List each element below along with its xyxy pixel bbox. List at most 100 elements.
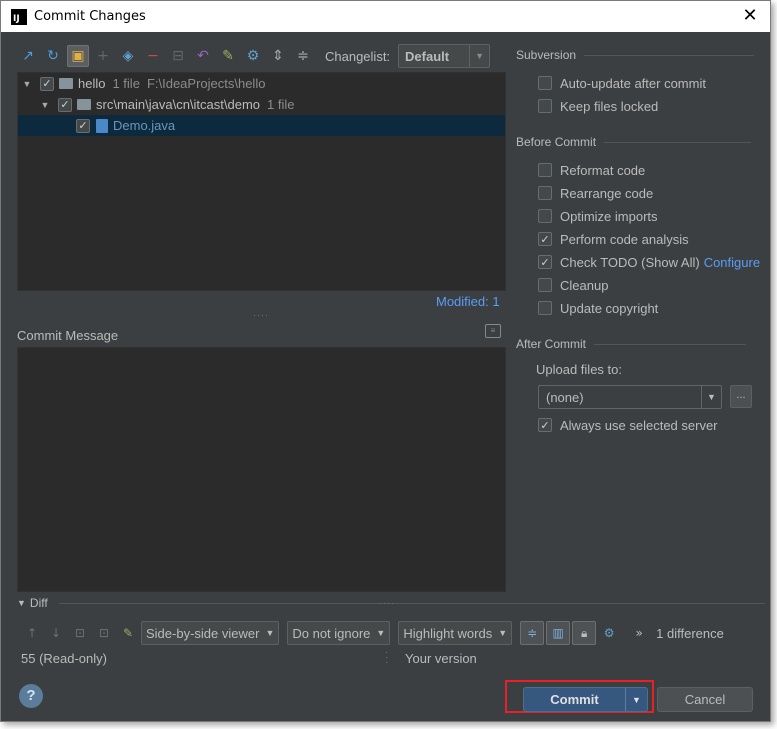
tree-row-module[interactable]: ▼ ✓ hello 1 file F:\IdeaProjects\hello (18, 73, 505, 94)
tree-row-file[interactable]: ✓ Demo.java (18, 115, 505, 136)
cancel-button[interactable]: Cancel (657, 687, 753, 712)
folder-name: src\main\java\cn\itcast\demo (96, 97, 261, 112)
module-folder-icon (59, 78, 73, 89)
next-file-icon[interactable]: ⊡ (93, 622, 115, 644)
chevron-down-icon: ▼ (265, 628, 275, 638)
highlight-dropdown[interactable]: Highlight words ▼ (398, 621, 513, 645)
checkbox-code-analysis[interactable]: ✓ (538, 232, 552, 246)
diff-settings-icon[interactable]: ⚙ (598, 622, 620, 644)
option-code-analysis[interactable]: ✓ Perform code analysis (538, 229, 689, 249)
option-optimize-imports[interactable]: Optimize imports (538, 206, 658, 226)
browse-servers-button[interactable]: ... (730, 385, 752, 408)
diff-title: Diff (29, 596, 48, 610)
add-icon[interactable]: + (92, 45, 114, 67)
changelist-label: Changelist: (325, 48, 391, 64)
file-name: Demo.java (113, 118, 176, 133)
option-keep-locked[interactable]: Keep files locked (538, 96, 658, 116)
checkbox-always-use-server[interactable]: ✓ (538, 418, 552, 432)
checkbox-cleanup[interactable] (538, 278, 552, 292)
collapse-icon[interactable]: ≑ (292, 45, 314, 67)
tree-row-folder[interactable]: ▼ ✓ src\main\java\cn\itcast\demo 1 file (18, 94, 505, 115)
option-cleanup[interactable]: Cleanup (538, 275, 608, 295)
option-label: Rearrange code (560, 185, 654, 201)
diff-icon[interactable]: ⊟ (167, 45, 189, 67)
commit-message-input[interactable] (17, 347, 506, 592)
chevron-down-icon: ▼ (498, 628, 508, 638)
remove-icon[interactable]: − (142, 45, 164, 67)
highlight-value: Highlight words (403, 625, 493, 641)
expand-arrow-icon[interactable]: ▼ (21, 79, 33, 89)
settings-icon[interactable]: ⚙ (242, 45, 264, 67)
commit-button-label: Commit (550, 692, 599, 707)
checkbox-folder[interactable]: ✓ (58, 97, 72, 112)
checkbox-reformat[interactable] (538, 163, 552, 177)
expand-icon[interactable]: ⇕ (267, 45, 289, 67)
checkbox-keep-locked[interactable] (538, 99, 552, 113)
commit-button[interactable]: Commit ▼ (523, 687, 648, 712)
ignore-dropdown[interactable]: Do not ignore ▼ (287, 621, 391, 645)
checkbox-update-copyright[interactable] (538, 301, 552, 315)
changes-tree: ▼ ✓ hello 1 file F:\IdeaProjects\hello ▼… (17, 72, 506, 291)
diff-section-toggle[interactable]: ▼ Diff (17, 596, 48, 610)
commit-options-chevron-icon[interactable]: ▼ (625, 688, 647, 711)
window-title: Commit Changes (34, 9, 146, 24)
checkbox-file[interactable]: ✓ (76, 118, 90, 133)
close-icon[interactable]: ✕ (740, 6, 760, 26)
checkbox-auto-update[interactable] (538, 76, 552, 90)
module-count: 1 file (112, 76, 140, 91)
checkbox-rearrange[interactable] (538, 186, 552, 200)
checkbox-check-todo[interactable]: ✓ (538, 255, 552, 269)
option-reformat[interactable]: Reformat code (538, 160, 645, 180)
commit-message-label: Commit Message (17, 328, 119, 343)
divider (584, 54, 755, 56)
lock-icon[interactable]: 🔒︎ (572, 621, 597, 645)
checkbox-optimize-imports[interactable] (538, 209, 552, 223)
more-icon[interactable]: » (628, 622, 650, 644)
help-button[interactable]: ? (19, 684, 43, 708)
subversion-section: Subversion (516, 48, 755, 62)
revert-icon[interactable]: ↶ (192, 45, 214, 67)
ignore-value: Do not ignore (292, 625, 371, 641)
splitter-grip[interactable]: ···· (253, 310, 269, 320)
java-file-icon (96, 118, 108, 133)
sync-icon[interactable]: ↗ (17, 45, 39, 67)
option-check-todo[interactable]: ✓ Check TODO (Show All) Configure (538, 252, 760, 272)
commit-changes-dialog: IJ Commit Changes ✕ ↗ ↻ ▣ + ◈ − ⊟ ↶ ✎ ⚙ … (0, 0, 771, 722)
collapse-arrow-icon: ▼ (17, 598, 26, 608)
prev-file-icon[interactable]: ⊡ (69, 622, 91, 644)
folder-icon (77, 99, 91, 110)
message-history-icon[interactable]: ≡ (485, 324, 501, 338)
collapse-unchanged-icon[interactable]: ≑ (520, 621, 545, 645)
configure-link[interactable]: Configure (704, 255, 760, 270)
divider (594, 343, 747, 345)
next-diff-icon[interactable]: ↓ (45, 622, 67, 644)
changelist-dropdown[interactable]: Default ▼ (398, 44, 491, 68)
viewer-dropdown[interactable]: Side-by-side viewer ▼ (141, 621, 280, 645)
option-always-use-server[interactable]: ✓ Always use selected server (538, 415, 718, 435)
option-label: Optimize imports (560, 208, 658, 224)
diff-toolbar: ↑ ↓ ⊡ ⊡ ✎ Side-by-side viewer ▼ Do not i… (21, 620, 761, 646)
viewer-value: Side-by-side viewer (146, 625, 260, 641)
before-commit-title: Before Commit (516, 135, 597, 149)
refresh-icon[interactable]: ↻ (42, 45, 64, 67)
history-icon[interactable]: ▣ (67, 45, 89, 67)
checkbox-module[interactable]: ✓ (40, 76, 54, 91)
edit-icon[interactable]: ✎ (217, 45, 239, 67)
after-commit-section: After Commit (516, 337, 747, 351)
splitter-grip[interactable]: ···· (379, 598, 395, 608)
left-pane-label: 55 (Read-only) (21, 651, 107, 666)
option-label: Perform code analysis (560, 231, 689, 247)
expand-arrow-icon[interactable]: ▼ (39, 100, 51, 110)
option-rearrange[interactable]: Rearrange code (538, 183, 653, 203)
prev-diff-icon[interactable]: ↑ (21, 622, 43, 644)
option-update-copyright[interactable]: Update copyright (538, 298, 658, 318)
option-auto-update[interactable]: Auto-update after commit (538, 73, 706, 93)
move-icon[interactable]: ◈ (117, 45, 139, 67)
chevron-down-icon: ▼ (376, 628, 386, 638)
changes-toolbar: ↗ ↻ ▣ + ◈ − ⊟ ↶ ✎ ⚙ ⇕ ≑ Changelist: Defa… (17, 42, 507, 70)
edit-source-icon[interactable]: ✎ (117, 622, 139, 644)
pane-divider-grip[interactable]: · · · (385, 648, 388, 668)
folder-count: 1 file (267, 97, 295, 112)
upload-server-dropdown[interactable]: (none) ▼ (538, 385, 722, 409)
sync-scroll-icon[interactable]: ▥ (546, 621, 571, 645)
